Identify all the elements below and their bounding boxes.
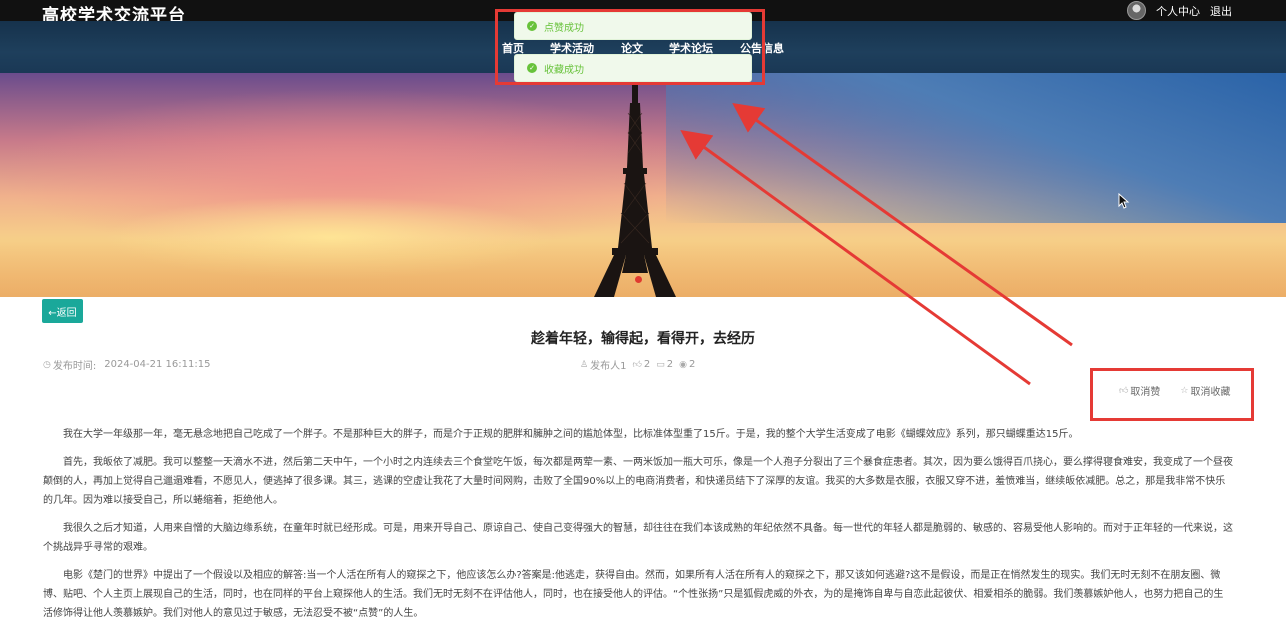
article-title: 趁着年轻，输得起，看得开，去经历 — [531, 331, 755, 347]
article-content: 我在大学一年级那一年，毫无悬念地把自己吃成了一个胖子。不是那种巨大的胖子，而是介… — [43, 425, 1233, 624]
publish-time-label: 发布时间: — [52, 361, 97, 372]
user-area: 个人中心 退出 — [1127, 0, 1232, 21]
publisher: ♙ 发布人1 — [580, 359, 627, 373]
thumb-up-icon: 👍︎ — [632, 359, 642, 370]
article-paragraph: 首先，我皈依了减肥。我可以整整一天滴水不进，然后第二天中午，一个小时之内连续去三… — [43, 457, 1233, 506]
hero-banner — [0, 73, 1286, 297]
logout-link[interactable]: 退出 — [1210, 3, 1232, 19]
publish-time-value: 2024-04-21 16:11:15 — [104, 359, 211, 370]
annotation-box-toasts — [495, 9, 765, 85]
article-paragraph: 电影《楚门的世界》中提出了一个假设以及相应的解答:当一个人活在所有人的窥探之下，… — [43, 570, 1224, 619]
mouse-cursor-icon — [1118, 193, 1130, 209]
view-count: ◉ 2 — [679, 359, 696, 370]
carousel-indicator[interactable] — [635, 276, 642, 283]
user-icon: ♙ — [580, 359, 589, 370]
article-stats: ♙ 发布人1 👍︎ 2 ▭ 2 ◉ 2 — [580, 357, 695, 372]
article-paragraph: 我在大学一年级那一年，毫无悬念地把自己吃成了一个胖子。不是那种巨大的胖子，而是介… — [63, 429, 1079, 440]
publish-time: ◷ 发布时间: 2024-04-21 16:11:15 — [43, 357, 210, 372]
back-button[interactable]: ←返回 — [42, 299, 83, 323]
avatar[interactable] — [1127, 1, 1146, 20]
annotation-box-actions — [1090, 368, 1254, 421]
clock-icon: ◷ — [43, 359, 51, 370]
comment-icon: ▭ — [656, 359, 665, 370]
like-count: 👍︎ 2 — [632, 359, 651, 370]
article-paragraph: 我很久之后才知道，人用来自憎的大脑边缘系统，在童年时就已经形成。可是，用来开导自… — [43, 523, 1233, 553]
comment-count: ▭ 2 — [656, 359, 674, 370]
eye-icon: ◉ — [679, 359, 687, 370]
eiffel-tower-image — [594, 73, 676, 297]
user-center-link[interactable]: 个人中心 — [1156, 3, 1200, 19]
